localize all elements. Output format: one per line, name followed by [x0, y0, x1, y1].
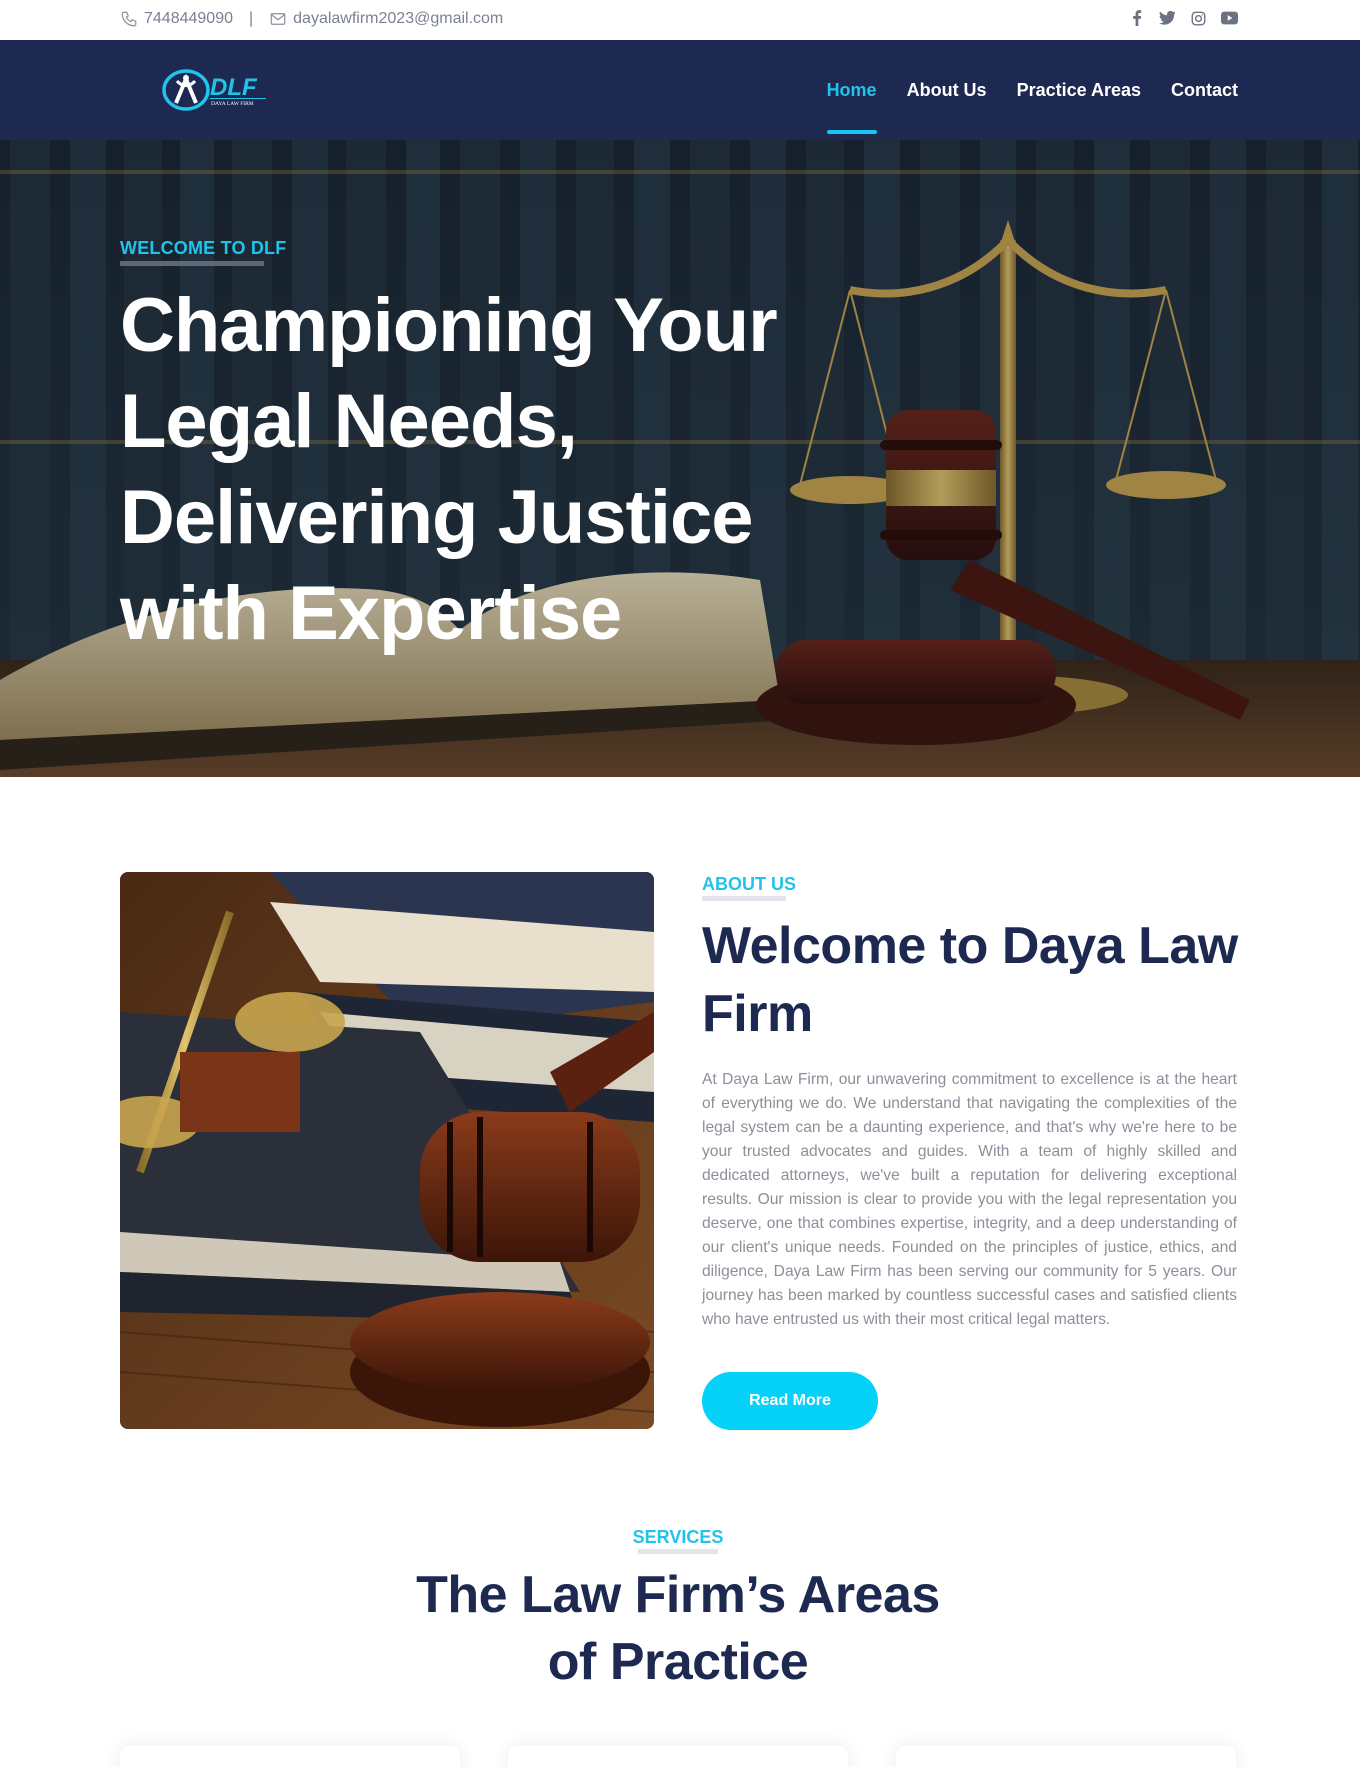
facebook-icon[interactable] — [1128, 10, 1145, 27]
hero-eyebrow: WELCOME TO DLF — [120, 238, 287, 258]
practice-area-card[interactable] — [508, 1746, 848, 1767]
svg-text:DLF: DLF — [210, 74, 258, 101]
hero-eyebrow-underline — [120, 261, 264, 266]
about-title: Welcome to Daya Law Firm — [702, 917, 1238, 1043]
twitter-icon[interactable] — [1159, 10, 1176, 27]
instagram-icon[interactable] — [1190, 10, 1207, 27]
services-title-line-1: The Law Firm’s Areas — [416, 1566, 940, 1624]
nav-practice-areas[interactable]: Practice Areas — [1017, 40, 1141, 140]
youtube-icon[interactable] — [1221, 10, 1238, 27]
read-more-button[interactable]: Read More — [702, 1372, 878, 1430]
services-title: The Law Firm’s Areas of Practice — [0, 1562, 1356, 1696]
practice-area-card[interactable] — [896, 1746, 1236, 1767]
dlf-logo[interactable]: DLF DAYA LAW FIRM — [160, 67, 280, 113]
about-image — [120, 872, 654, 1429]
contact-separator: | — [248, 10, 254, 27]
nav-about-us[interactable]: About Us — [907, 40, 987, 140]
mail-icon — [269, 10, 287, 28]
services-eyebrow-underline — [638, 1549, 718, 1554]
hero-section: WELCOME TO DLF Championing Your Legal Ne… — [0, 140, 1360, 777]
main-menu: Home About Us Practice Areas Contact — [826, 40, 1238, 140]
nav-contact[interactable]: Contact — [1171, 40, 1238, 140]
nav-home[interactable]: Home — [826, 40, 877, 140]
phone-icon — [120, 10, 138, 28]
practice-area-card[interactable] — [120, 1746, 460, 1767]
about-eyebrow-underline — [702, 896, 786, 901]
services-title-line-2: of Practice — [547, 1633, 809, 1691]
hero-title: Championing Your Legal Needs, Delivering… — [120, 283, 778, 656]
about-eyebrow: ABOUT US — [702, 874, 796, 894]
contact-info: 7448449090 | dayalawfirm2023@gmail.com — [120, 0, 503, 38]
services-eyebrow: SERVICES — [632, 1527, 724, 1547]
main-navbar: DLF DAYA LAW FIRM Home About Us Practice… — [0, 40, 1360, 140]
email-address[interactable]: dayalawfirm2023@gmail.com — [293, 10, 503, 28]
top-bar: 7448449090 | dayalawfirm2023@gmail.com — [0, 0, 1360, 40]
svg-text:DAYA LAW FIRM: DAYA LAW FIRM — [211, 101, 254, 107]
about-description: At Daya Law Firm, our unwavering commitm… — [702, 1071, 1237, 1328]
phone-number[interactable]: 7448449090 — [144, 10, 233, 28]
social-links — [1128, 0, 1238, 36]
